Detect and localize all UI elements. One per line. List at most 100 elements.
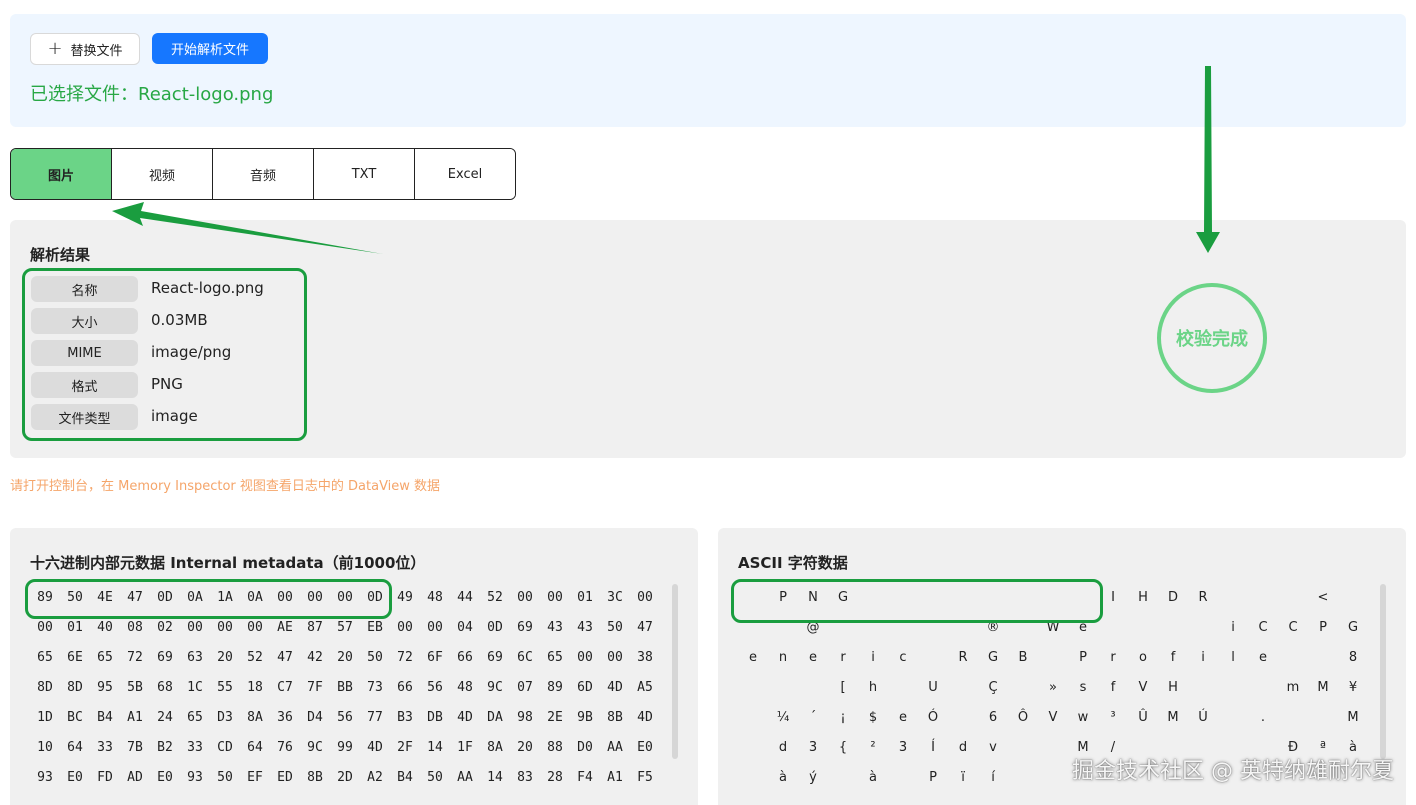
hex-byte: 47: [637, 620, 653, 635]
hex-byte: 9B: [577, 710, 593, 725]
hex-byte: 14: [427, 740, 443, 755]
ascii-scrollbar[interactable]: [1380, 584, 1386, 759]
hex-byte: 6F: [427, 650, 443, 665]
ascii-char: f: [1110, 680, 1116, 695]
ascii-char: [738, 680, 768, 710]
hex-byte: 48: [457, 680, 473, 695]
hex-byte: 36: [277, 710, 293, 725]
hex-byte: 00: [607, 650, 623, 665]
ascii-char: [1038, 740, 1068, 770]
hex-row: 65 6E 65 72 69 63 20 52 47 42 20 50 72 6F 66 69 6C 65 00 00…: [30, 650, 660, 680]
hex-byte: FD: [97, 770, 113, 785]
tab-excel[interactable]: Excel: [415, 149, 515, 199]
ascii-char: [738, 740, 768, 770]
ascii-char: ¡: [840, 710, 846, 725]
ascii-char: C: [1288, 620, 1298, 635]
hex-byte: A2: [367, 770, 383, 785]
plus-icon: +: [47, 38, 63, 59]
hex-byte: 28: [547, 770, 563, 785]
info-value: React-logo.png: [151, 279, 264, 297]
ascii-char: í: [991, 770, 995, 785]
hex-byte: AE: [277, 620, 293, 635]
hex-byte: AD: [127, 770, 143, 785]
ascii-char: f: [1170, 650, 1176, 665]
tab-audio[interactable]: 音频: [213, 149, 314, 199]
ascii-char: e: [1259, 650, 1267, 665]
hex-byte: 20: [517, 740, 533, 755]
hex-row: 8D 8D 95 5B 68 1C 55 18 C7 7F BB 73 66 56 48 9C 07 89 6D 4D…: [30, 680, 660, 710]
ascii-char: i: [1201, 650, 1205, 665]
hex-row: 10 64 33 7B B2 33 CD 64 76 9C 99 4D 2F 14 1F 8A 20 88 D0 AA…: [30, 740, 660, 770]
hex-scrollbar[interactable]: [672, 584, 678, 759]
tab-txt[interactable]: TXT: [314, 149, 415, 199]
ascii-char: [1038, 650, 1068, 680]
ascii-char: ³: [1110, 710, 1116, 725]
hex-byte: 49: [397, 590, 413, 605]
hex-byte: 65: [187, 710, 203, 725]
hex-byte: 8B: [307, 770, 323, 785]
hex-byte: 66: [397, 680, 413, 695]
hex-byte: 8B: [607, 710, 623, 725]
hex-byte: 20: [217, 650, 233, 665]
ascii-char: [1128, 620, 1158, 650]
hex-byte: 2D: [337, 770, 353, 785]
ascii-char: [1278, 590, 1308, 620]
start-parse-button[interactable]: 开始解析文件: [152, 33, 268, 64]
hex-byte: 8A: [487, 740, 503, 755]
ascii-char: [1098, 620, 1128, 650]
ascii-char: R: [1198, 590, 1208, 605]
ascii-char: d: [778, 740, 788, 755]
hex-byte: 93: [37, 770, 53, 785]
hex-byte: 7F: [307, 680, 323, 695]
info-label: 名称: [31, 276, 138, 302]
ascii-row: @ ® Wë i C C P G: [738, 620, 1368, 650]
tab-video[interactable]: 视频: [112, 149, 213, 199]
info-row-filetype: 文件类型 image: [31, 404, 301, 430]
ascii-char: [1008, 740, 1038, 770]
hex-byte: 95: [97, 680, 113, 695]
hex-byte: 69: [487, 650, 503, 665]
ascii-char: ¼: [776, 710, 790, 725]
ascii-char: [798, 680, 828, 710]
ascii-row: [h U Ç » s f V Hm M ¥: [738, 680, 1368, 710]
hex-byte: 1D: [37, 710, 53, 725]
hex-byte: C7: [277, 680, 293, 695]
hex-byte: 00: [427, 620, 443, 635]
info-label: 文件类型: [31, 404, 138, 430]
hex-byte: 00: [37, 620, 53, 635]
console-hint: 请打开控制台，在 Memory Inspector 视图查看日志中的 DataV…: [10, 479, 441, 494]
hex-byte: D3: [217, 710, 233, 725]
ascii-char: [1008, 770, 1038, 800]
ascii-char: U: [928, 680, 938, 695]
hex-byte: 2F: [397, 740, 413, 755]
info-row-size: 大小 0.03MB: [31, 308, 301, 334]
ascii-char: .: [1260, 710, 1266, 725]
ascii-char: r: [840, 650, 846, 665]
info-value: image/png: [151, 343, 232, 361]
ascii-char: [888, 620, 918, 650]
replace-file-button[interactable]: + 替换文件: [30, 33, 140, 65]
hex-byte: 64: [247, 740, 263, 755]
ascii-char: [1158, 620, 1188, 650]
hex-byte: 6E: [67, 650, 83, 665]
tab-image[interactable]: 图片: [11, 149, 112, 199]
hex-byte: E0: [67, 770, 83, 785]
ascii-char: [888, 770, 918, 800]
hex-byte: D0: [577, 740, 593, 755]
ascii-char: s: [1079, 680, 1087, 695]
ascii-char: [918, 620, 948, 650]
hex-byte: DA: [487, 710, 503, 725]
ascii-char: 3: [898, 740, 908, 755]
ascii-char: Ú: [1198, 710, 1208, 725]
ascii-char: e: [899, 710, 907, 725]
ascii-char: [1338, 590, 1368, 620]
ascii-panel-title: ASCII 字符数据: [738, 554, 848, 572]
hex-byte: AA: [607, 740, 623, 755]
ascii-char: ï: [961, 770, 965, 785]
hex-byte: 83: [517, 770, 533, 785]
ascii-char: W: [1046, 620, 1060, 635]
ascii-char: G: [987, 650, 999, 665]
ascii-char: Û: [1138, 710, 1148, 725]
watermark: 掘金技术社区 @ 英特纳雄耐尔夏: [1072, 759, 1394, 784]
ascii-char: [828, 620, 858, 650]
